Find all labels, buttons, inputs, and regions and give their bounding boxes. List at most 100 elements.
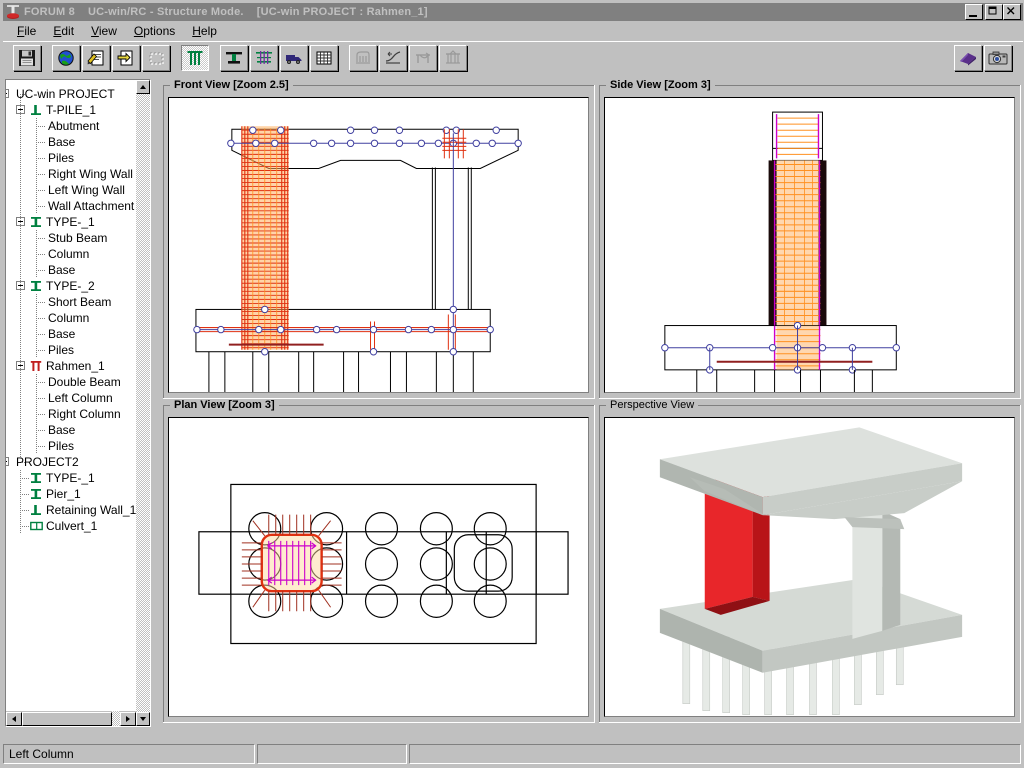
rahmen-view-button[interactable] [181, 45, 209, 71]
culvert-button[interactable] [349, 45, 377, 71]
rebar-button[interactable] [250, 45, 278, 71]
tree-expander[interactable] [6, 89, 9, 98]
select-region-button[interactable] [142, 45, 170, 71]
menu-file-rest: ile [24, 24, 36, 38]
tree-node[interactable]: Right Column [6, 406, 136, 422]
tree-scroll-up-button[interactable] [136, 80, 150, 94]
tree-vertical-scrollbar[interactable] [136, 80, 150, 726]
tree-hscroll-thumb[interactable] [22, 712, 112, 726]
bridge-button[interactable] [409, 45, 437, 71]
tree-node[interactable]: Piles [6, 342, 136, 358]
mesh-button[interactable] [310, 45, 338, 71]
plan-view-drawing [169, 418, 588, 716]
side-view-canvas[interactable] [604, 97, 1015, 393]
tree-node-label: TYPE-_1 [46, 470, 95, 486]
plan-column-section [242, 515, 342, 612]
tree-node[interactable]: PROJECT2 [6, 454, 136, 470]
tree-node[interactable]: Right Wing Wall [6, 166, 136, 182]
tree-node-label: Double Beam [48, 374, 121, 390]
project-tree[interactable]: UC-win PROJECTT-PILE_1AbutmentBasePilesR… [6, 80, 136, 709]
pier-icon [5, 4, 21, 20]
tree-node[interactable]: Wall Attachment [6, 198, 136, 214]
tree-node[interactable]: Piles [6, 150, 136, 166]
tree-node[interactable]: Double Beam [6, 374, 136, 390]
tree-node[interactable]: Base [6, 326, 136, 342]
tree-node[interactable]: Pier_1 [6, 486, 136, 502]
title-document: [UC-win PROJECT : Rahmen_1] [257, 6, 428, 18]
tree-node[interactable]: Stub Beam [6, 230, 136, 246]
mesh-grid-icon [315, 49, 333, 67]
tree-node[interactable]: Culvert_1 [6, 518, 136, 534]
tree-hscroll-track[interactable] [112, 711, 120, 727]
camera-icon [988, 49, 1008, 67]
edit-document-button[interactable] [82, 45, 110, 71]
save-button[interactable] [13, 45, 41, 71]
perspective-view-canvas[interactable] [604, 417, 1015, 717]
plan-view-canvas[interactable] [168, 417, 589, 717]
side-column-rebar [775, 114, 821, 325]
pier-group-icon [444, 49, 462, 67]
client-area: UC-win PROJECTT-PILE_1AbutmentBasePilesR… [3, 75, 1023, 738]
tree-node[interactable]: Column [6, 246, 136, 262]
tree-horizontal-scrollbar[interactable] [6, 710, 136, 726]
minimize-button[interactable] [965, 4, 983, 20]
tree-connector-h [20, 478, 30, 479]
print-preview-button[interactable] [112, 45, 140, 71]
tree-node[interactable]: TYPE-_1 [6, 214, 136, 230]
help-book-button[interactable] [954, 45, 982, 71]
tree-node[interactable]: Base [6, 422, 136, 438]
tree-node[interactable]: Base [6, 134, 136, 150]
tree-node[interactable]: TYPE-_2 [6, 278, 136, 294]
side-view-drawing [605, 98, 1014, 392]
tree-node[interactable]: Retaining Wall_1 [6, 502, 136, 518]
tree-node[interactable]: Piles [6, 438, 136, 454]
tree-connector-h [36, 238, 46, 239]
truck-load-button[interactable] [280, 45, 308, 71]
tree-scroll-down-button[interactable] [136, 712, 150, 726]
camera-button[interactable] [984, 45, 1012, 71]
tree-node[interactable]: TYPE-_1 [6, 470, 136, 486]
maximize-button[interactable] [985, 4, 1003, 20]
tree-node[interactable]: Short Beam [6, 294, 136, 310]
front-view-canvas[interactable] [168, 97, 589, 393]
tree-vscroll-track[interactable] [136, 94, 150, 712]
tree-scroll-right-button[interactable] [120, 712, 136, 726]
tree-node[interactable]: Left Wing Wall [6, 182, 136, 198]
menu-edit-rest: dit [61, 24, 74, 38]
tree-node-icon [30, 472, 42, 484]
tree-node[interactable]: UC-win PROJECT [6, 86, 136, 102]
tree-node-label: Culvert_1 [46, 518, 97, 534]
tree-node-label: Piles [48, 150, 74, 166]
tree-node[interactable]: Base [6, 262, 136, 278]
tree-node[interactable]: Rahmen_1 [6, 358, 136, 374]
tree-node[interactable]: Abutment [6, 118, 136, 134]
tree-node-label: Base [48, 262, 75, 278]
tree-node-label: Pier_1 [46, 486, 81, 502]
pier-group-button[interactable] [439, 45, 467, 71]
tree-connector-h [36, 254, 46, 255]
menu-edit[interactable]: Edit [45, 23, 83, 39]
page-arrow-icon [117, 49, 135, 67]
tree-node[interactable]: Left Column [6, 390, 136, 406]
tree-node-icon [30, 104, 42, 116]
tree-expander[interactable] [6, 457, 9, 466]
book-icon [958, 49, 978, 67]
menu-file[interactable]: File [9, 23, 45, 39]
tree-node[interactable]: T-PILE_1 [6, 102, 136, 118]
curve-button[interactable] [379, 45, 407, 71]
tree-node-label: Retaining Wall_1 [46, 502, 136, 518]
dotted-selection-icon [147, 49, 165, 67]
tree-scroll-left-button[interactable] [6, 712, 22, 726]
globe-button[interactable] [52, 45, 80, 71]
tree-node-label: Base [48, 326, 75, 342]
menu-options[interactable]: Options [126, 23, 184, 39]
close-button[interactable] [1003, 4, 1021, 20]
tree-node[interactable]: Column [6, 310, 136, 326]
menu-view[interactable]: View [83, 23, 126, 39]
menu-help[interactable]: Help [184, 23, 226, 39]
tree-node-icon [30, 520, 42, 532]
status-bar: Left Column [3, 744, 1023, 764]
tree-connector-h [36, 158, 46, 159]
pier-type-button[interactable] [220, 45, 248, 71]
front-view-drawing [169, 98, 588, 392]
